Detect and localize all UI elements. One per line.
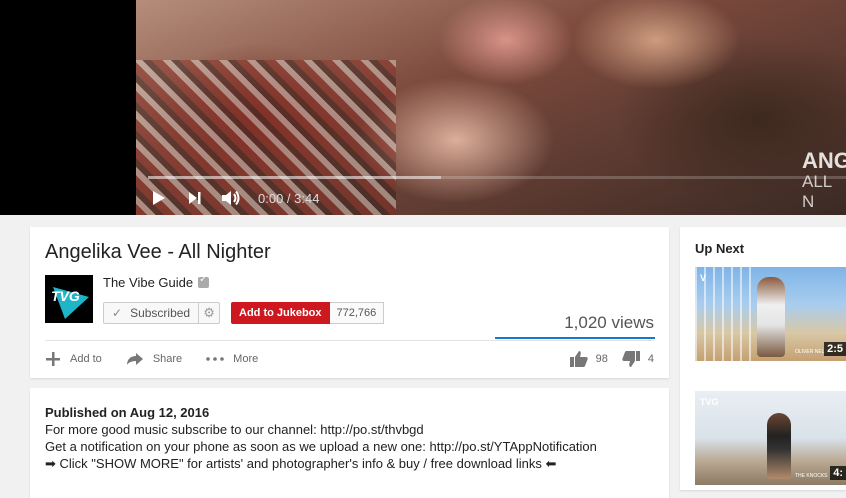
up-next-header: Up Next bbox=[695, 241, 745, 256]
time-display: 0:00 / 3:44 bbox=[258, 190, 320, 206]
add-to-button[interactable]: Add to bbox=[45, 351, 102, 367]
up-next-thumbnail[interactable]: V OLIVER NELS 2:5 bbox=[695, 267, 846, 361]
play-icon bbox=[153, 191, 165, 205]
channel-avatar-text: TVG bbox=[51, 288, 80, 304]
publish-date: Published on Aug 12, 2016 bbox=[45, 405, 210, 420]
add-to-jukebox-button[interactable]: Add to Jukebox bbox=[231, 302, 330, 324]
like-dislike-bar: 98 4 bbox=[556, 351, 654, 367]
thumbnail-person bbox=[767, 413, 791, 479]
like-count: 98 bbox=[595, 353, 608, 365]
progress-bar[interactable] bbox=[148, 176, 846, 179]
description-line: For more good music subscribe to our cha… bbox=[45, 422, 424, 437]
progress-buffered bbox=[148, 176, 442, 179]
thumbnail-person bbox=[757, 277, 785, 357]
more-label: More bbox=[233, 353, 259, 365]
action-bar: Add to Share More bbox=[45, 351, 282, 367]
share-button[interactable]: Share bbox=[126, 352, 182, 366]
verified-icon bbox=[198, 274, 210, 288]
like-button[interactable]: 98 bbox=[569, 351, 608, 367]
dislike-count: 4 bbox=[647, 353, 654, 365]
subscribed-button[interactable]: ✓ Subscribed bbox=[104, 303, 200, 323]
more-dots-icon bbox=[206, 357, 224, 361]
share-icon bbox=[126, 352, 144, 366]
add-to-label: Add to bbox=[70, 353, 102, 365]
thumbnail-caption: THE KNOCKS bbox=[795, 473, 828, 479]
info-divider bbox=[45, 340, 654, 341]
video-title: Angelika Vee - All Nighter bbox=[45, 241, 271, 263]
notification-settings-button[interactable]: ⚙ bbox=[199, 303, 219, 323]
channel-name[interactable]: The Vibe Guide bbox=[103, 275, 193, 290]
gear-icon: ⚙ bbox=[203, 305, 215, 320]
thumbs-up-icon bbox=[569, 351, 588, 367]
dislike-button[interactable]: 4 bbox=[622, 351, 654, 367]
next-icon bbox=[189, 192, 201, 204]
thumbnail-logo: V bbox=[700, 273, 707, 283]
video-frame[interactable]: ANG ALL N bbox=[136, 0, 846, 215]
checkmark-icon: ✓ bbox=[112, 306, 123, 320]
plus-icon bbox=[45, 351, 61, 367]
video-duration: 2:5 bbox=[824, 342, 846, 356]
subscribed-label: Subscribed bbox=[130, 306, 191, 320]
thumbnail-caption: OLIVER NELS bbox=[795, 349, 828, 355]
volume-icon bbox=[222, 190, 240, 206]
jukebox-control: Add to Jukebox 772,766 bbox=[231, 302, 385, 324]
player-controls: 0:00 / 3:44 bbox=[148, 186, 319, 210]
play-button[interactable] bbox=[148, 187, 170, 209]
more-button[interactable]: More bbox=[206, 353, 258, 365]
thumbs-down-icon bbox=[622, 351, 640, 367]
next-button[interactable] bbox=[184, 187, 206, 209]
thumbnail-logo: TVG bbox=[700, 397, 719, 407]
description-line: Get a notification on your phone as soon… bbox=[45, 439, 597, 454]
channel-name-row: The Vibe Guide bbox=[103, 274, 210, 290]
video-duration: 4: bbox=[830, 466, 846, 480]
description-card: Published on Aug 12, 2016 For more good … bbox=[30, 388, 669, 498]
up-next-thumbnail[interactable]: TVG THE KNOCKS 4: bbox=[695, 391, 846, 485]
video-overlay-title: ANG bbox=[802, 150, 846, 172]
description-line: ➡ Click "SHOW MORE" for artists' and pho… bbox=[45, 456, 557, 471]
volume-button[interactable] bbox=[220, 187, 242, 209]
jukebox-count: 772,766 bbox=[329, 302, 385, 324]
video-info-card: Angelika Vee - All Nighter TVG The Vibe … bbox=[30, 227, 669, 378]
subscribe-control: ✓ Subscribed ⚙ bbox=[103, 302, 221, 324]
view-count: 1,020 views bbox=[564, 313, 654, 332]
up-next-panel: Up Next V OLIVER NELS 2:5 TVG THE KNOCKS… bbox=[680, 227, 846, 490]
video-player[interactable]: ANG ALL N 0:00 / 3:44 bbox=[0, 0, 846, 215]
share-label: Share bbox=[152, 353, 183, 365]
channel-avatar[interactable]: TVG bbox=[45, 275, 93, 323]
sentiment-bar bbox=[495, 337, 655, 339]
